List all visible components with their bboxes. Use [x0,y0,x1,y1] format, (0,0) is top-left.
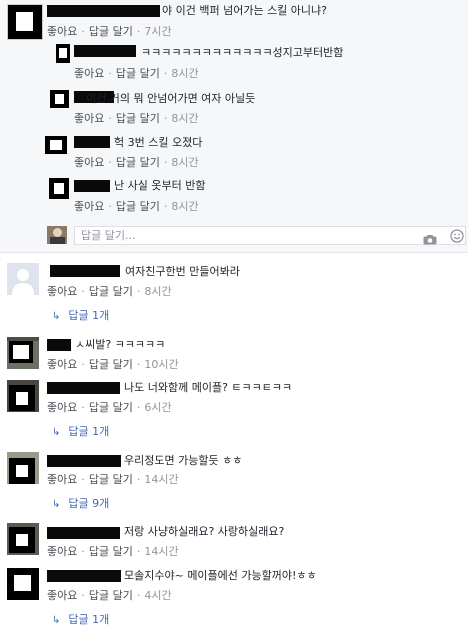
reply-link[interactable]: 답글 달기 [89,401,133,414]
comment-text: ㅋㅋㅋㅋㅋㅋㅋㅋㅋㅋㅋㅋㅋ성지고부터반함 [141,46,344,59]
reply-link[interactable]: 답글 달기 [89,285,133,298]
like-link[interactable]: 좋아요 [74,112,104,125]
like-link[interactable]: 좋아요 [74,200,104,213]
comment-text: ㅅ씨발? ㅋㅋㅋㅋㅋ [75,338,166,351]
comment-text: 우리정도면 가능할듯 ㅎㅎ [124,454,243,467]
reply-link[interactable]: 답글 달기 [89,473,133,486]
comment-meta: 좋아요 · 답글 달기 · 7시간 [47,25,172,38]
comment-meta: 좋아요 · 답글 달기 · 8시간 [74,156,199,169]
avatar[interactable] [7,523,39,555]
comment-meta: 좋아요 · 답글 달기 · 6시간 [47,401,172,414]
redacted-author-name [50,265,120,277]
like-link[interactable]: 좋아요 [47,358,77,371]
reply-link[interactable]: 답글 달기 [89,545,133,558]
replies-count: 답글 9개 [68,497,110,510]
current-user-avatar [47,226,67,244]
timestamp: 10시간 [144,358,179,371]
timestamp: 7시간 [144,25,172,38]
redacted-author-name [47,5,160,17]
timestamp: 14시간 [144,545,179,558]
comment-text: 여자친구한번 만들어봐라 [125,265,240,278]
avatar[interactable] [7,337,39,369]
replies-count: 답글 1개 [68,309,110,322]
like-link[interactable]: 좋아요 [47,285,77,298]
reply-arrow-icon: ↳ [52,311,61,322]
emoji-icon[interactable] [450,228,464,243]
timestamp: 8시간 [171,156,199,169]
camera-icon[interactable] [423,230,437,245]
reply-link[interactable]: 답글 달기 [116,112,160,125]
view-replies-link[interactable]: ↳ 답글 9개 [52,497,109,512]
redacted-author-name [74,136,110,148]
avatar[interactable] [56,44,70,63]
comment-text: 이건 거의 뭐 안넘어가면 여자 아닐듯 [86,92,256,105]
timestamp: 8시간 [144,285,172,298]
reply-arrow-icon: ↳ [52,499,61,510]
view-replies-link[interactable]: ↳ 답글 1개 [52,309,109,324]
comment-text: 모솔지수야~ 메이플에선 가능할꺼야!ㅎㅎ [124,569,317,582]
redacted-author-name [47,570,121,582]
timestamp: 8시간 [171,67,199,80]
comment-meta: 좋아요 · 답글 달기 · 4시간 [47,589,172,602]
timestamp: 4시간 [144,589,172,602]
reply-composer [74,226,466,245]
redacted-author-name [74,45,136,57]
comment-meta: 좋아요 · 답글 달기 · 10시간 [47,358,179,371]
avatar[interactable] [7,380,39,412]
avatar[interactable] [50,90,69,108]
reply-arrow-icon: ↳ [52,615,61,626]
comment-meta: 좋아요 · 답글 달기 · 8시간 [74,112,199,125]
avatar[interactable] [7,263,39,295]
like-link[interactable]: 좋아요 [47,473,77,486]
reply-link[interactable]: 답글 달기 [116,67,160,80]
like-link[interactable]: 좋아요 [47,545,77,558]
comment-meta: 좋아요 · 답글 달기 · 8시간 [47,285,172,298]
comment-meta: 좋아요 · 답글 달기 · 14시간 [47,545,179,558]
reply-input[interactable] [81,228,411,243]
redacted-author-name [47,339,71,351]
avatar[interactable] [7,452,39,484]
comment-meta: 좋아요 · 답글 달기 · 8시간 [74,200,199,213]
comment-text: 저랑 사냥하실래요? 사랑하실래요? [124,525,285,538]
timestamp: 14시간 [144,473,179,486]
redacted-author-name [47,382,120,394]
comment-meta: 좋아요 · 답글 달기 · 14시간 [47,473,179,486]
avatar[interactable] [45,136,67,154]
like-link[interactable]: 좋아요 [47,25,77,38]
avatar[interactable] [7,4,43,40]
reply-link[interactable]: 답글 달기 [89,358,133,371]
timestamp: 8시간 [171,200,199,213]
avatar[interactable] [7,568,39,600]
view-replies-link[interactable]: ↳ 답글 1개 [52,613,109,628]
like-link[interactable]: 좋아요 [74,156,104,169]
redacted-author-name [74,180,110,192]
comment-text: 헉 3번 스킬 오졌다 [114,136,203,149]
timestamp: 6시간 [144,401,172,414]
like-link[interactable]: 좋아요 [74,67,104,80]
comment-text: 난 사실 옷부터 반함 [114,179,206,192]
reply-link[interactable]: 답글 달기 [89,589,133,602]
comment-text: 야 이건 백퍼 넘어가는 스킬 아니냐? [162,4,328,17]
reply-arrow-icon: ↳ [52,427,61,438]
like-link[interactable]: 좋아요 [47,589,77,602]
reply-link[interactable]: 답글 달기 [89,25,133,38]
replies-count: 답글 1개 [68,425,110,438]
replies-count: 답글 1개 [68,613,110,626]
reply-link[interactable]: 답글 달기 [116,200,160,213]
redacted-author-name [47,455,121,467]
avatar[interactable] [49,178,69,199]
like-link[interactable]: 좋아요 [47,401,77,414]
reply-link[interactable]: 답글 달기 [116,156,160,169]
comment-text: 나도 너와함께 메이플? ㅌㅋㅋㅌㅋㅋ [124,381,293,394]
redacted-author-name [47,527,120,539]
comment-meta: 좋아요 · 답글 달기 · 8시간 [74,67,199,80]
view-replies-link[interactable]: ↳ 답글 1개 [52,425,109,440]
timestamp: 8시간 [171,112,199,125]
